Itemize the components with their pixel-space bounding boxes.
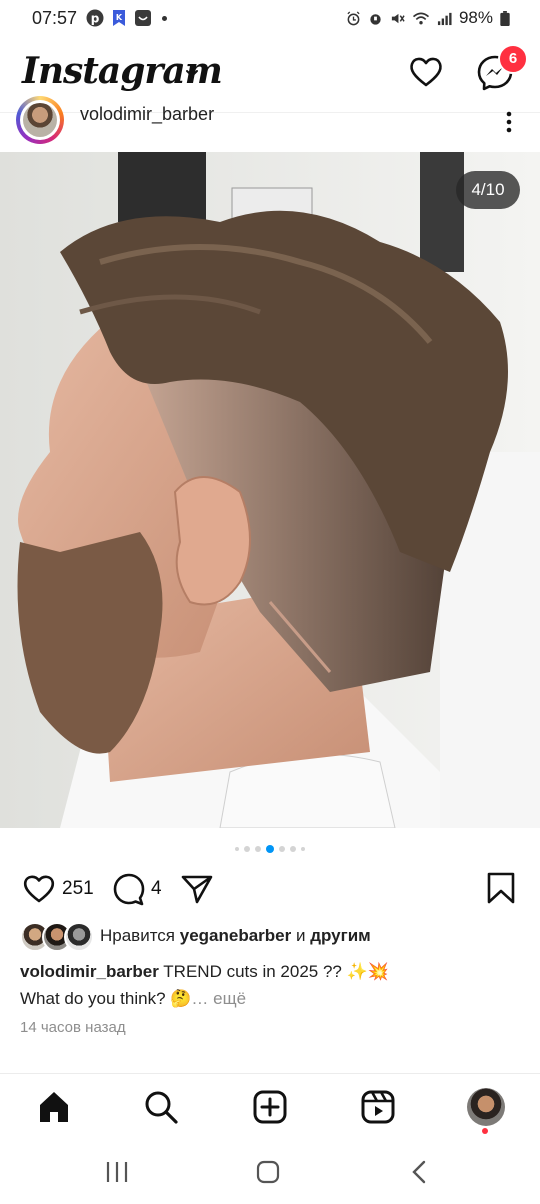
carousel-dot <box>235 847 239 851</box>
mute-icon <box>391 13 405 23</box>
profile-avatar[interactable] <box>467 1088 505 1126</box>
carousel-dot <box>255 846 261 852</box>
carousel-dot <box>290 846 296 852</box>
comment-icon[interactable] <box>112 872 146 906</box>
post-author-username[interactable]: volodimir_barber <box>80 104 214 125</box>
messenger-badge: 6 <box>498 44 528 74</box>
battery-percent: 98% <box>458 8 493 27</box>
likes-connector: и <box>295 926 306 945</box>
post-timestamp: 14 часов назад <box>20 1019 126 1036</box>
carousel-dots <box>0 844 540 854</box>
bookmark-app-icon: K <box>113 10 125 26</box>
share-send-icon[interactable] <box>180 872 214 906</box>
signal-icon <box>437 12 452 25</box>
status-time: 07:57 <box>32 8 78 28</box>
alarm-icon <box>347 10 360 25</box>
recent-apps-icon[interactable] <box>104 1160 130 1184</box>
battery-icon <box>500 10 510 26</box>
post-caption: volodimir_barber TREND cuts in 2025 ?? ✨… <box>20 958 520 1012</box>
back-icon[interactable] <box>408 1160 430 1184</box>
notifications-heart-icon[interactable] <box>408 54 444 90</box>
liker-avatar <box>64 922 94 952</box>
carousel-dot <box>301 847 305 851</box>
chevron-down-icon[interactable] <box>184 66 200 82</box>
save-bookmark-icon[interactable] <box>486 872 516 904</box>
android-navigation-bar <box>0 1140 540 1204</box>
wifi-icon <box>412 12 430 24</box>
search-icon[interactable] <box>143 1089 179 1125</box>
smile-app-icon <box>135 10 151 26</box>
like-heart-icon[interactable] <box>22 872 56 904</box>
carousel-dot <box>244 846 250 852</box>
carousel-dot <box>279 846 285 852</box>
system-status: 98% <box>346 8 510 28</box>
more-options-icon[interactable] <box>498 110 520 134</box>
post-author-avatar[interactable] <box>16 96 64 144</box>
create-post-icon[interactable] <box>252 1089 288 1125</box>
caption-text: TREND cuts in 2025 ?? ✨💥 <box>163 962 389 981</box>
post-photo <box>0 152 540 828</box>
liked-by-user[interactable]: yeganebarber <box>180 926 292 945</box>
bottom-navigation <box>0 1073 540 1140</box>
lock-alarm-icon <box>370 13 381 25</box>
caption-line-2: What do you think? 🤔 <box>20 989 192 1008</box>
caption-more-link[interactable]: … ещё <box>191 989 246 1008</box>
android-home-icon[interactable] <box>256 1160 280 1184</box>
liked-by-others[interactable]: другим <box>310 926 371 945</box>
liked-by-text[interactable]: Нравится yeganebarber и другим <box>100 926 371 946</box>
post-header: volodimir_barber <box>0 96 540 152</box>
carousel-dot-active <box>266 845 274 853</box>
svg-text:K: K <box>116 13 123 22</box>
like-count[interactable]: 251 <box>62 878 94 900</box>
comment-count[interactable]: 4 <box>151 878 162 900</box>
carousel-counter: 4/10 <box>456 171 520 209</box>
profile-notification-dot <box>482 1128 488 1134</box>
pinterest-icon: p <box>86 9 104 27</box>
reels-icon[interactable] <box>360 1089 396 1125</box>
home-icon[interactable] <box>36 1089 72 1125</box>
svg-text:p: p <box>91 12 100 26</box>
status-bar: 07:57 p K 98% <box>0 0 540 36</box>
liked-by-row[interactable]: Нравится yeganebarber и другим <box>20 922 520 952</box>
more-notifications-dot <box>162 15 167 21</box>
notification-icons: p K <box>86 9 167 27</box>
post-actions: 251 4 <box>0 866 540 910</box>
likes-prefix: Нравится <box>100 926 176 945</box>
caption-username[interactable]: volodimir_barber <box>20 962 159 981</box>
post-image-carousel[interactable]: 4/10 <box>0 152 540 828</box>
